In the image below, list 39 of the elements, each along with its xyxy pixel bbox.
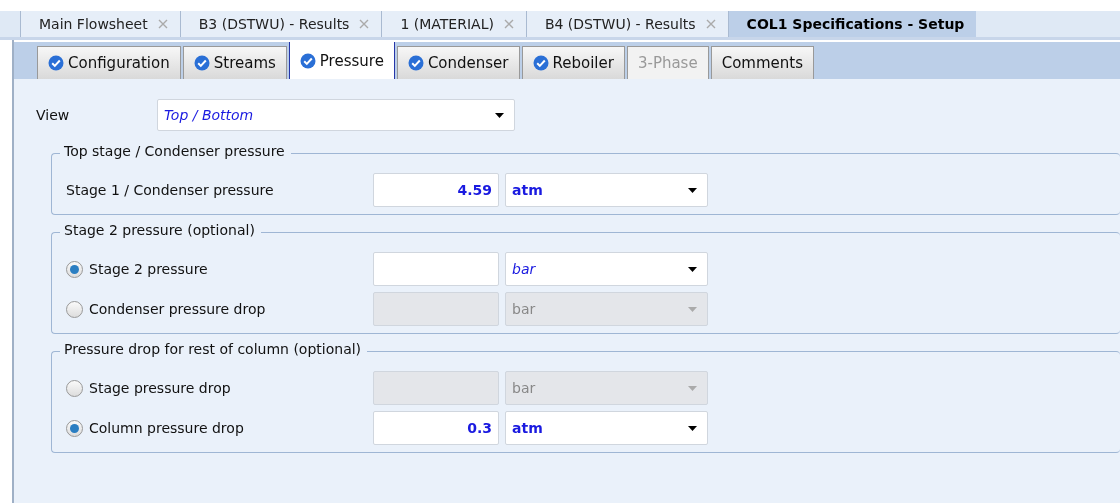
input-field[interactable]: 4.59 <box>373 173 499 207</box>
document-tab[interactable]: COL1 Specifications - Setup <box>727 11 977 37</box>
form-tab[interactable]: Streams <box>182 46 287 79</box>
document-tab[interactable]: B3 (DSTWU) - Results <box>179 11 382 37</box>
caret-icon <box>688 187 697 193</box>
form-tab[interactable]: Configuration <box>37 46 181 79</box>
field-label: View <box>36 107 71 123</box>
input-field[interactable] <box>373 252 499 286</box>
radio-button[interactable] <box>66 260 83 278</box>
unit-dropdown[interactable]: atm <box>505 173 708 207</box>
document-tab[interactable]: B4 (DSTWU) - Results <box>525 11 728 37</box>
group-title: Top stage / Condenser pressure <box>60 143 291 159</box>
form-tab[interactable]: Condenser <box>396 46 520 79</box>
group-title: Stage 2 pressure (optional) <box>60 222 261 238</box>
form-tab[interactable]: Pressure <box>288 42 395 79</box>
form-tab[interactable]: Comments <box>710 46 814 79</box>
caret-icon <box>495 112 504 118</box>
field-label: Column pressure drop <box>89 420 244 436</box>
form-tab[interactable]: Reboiler <box>521 46 625 79</box>
close-icon[interactable] <box>705 19 716 29</box>
field-label: Stage pressure drop <box>89 380 231 396</box>
close-icon[interactable] <box>503 19 514 29</box>
field-label: Condenser pressure drop <box>89 301 266 317</box>
unit-dropdown[interactable]: bar <box>505 252 708 286</box>
document-tab[interactable]: Main Flowsheet <box>20 11 180 37</box>
radio-button[interactable] <box>66 419 83 437</box>
unit-dropdown[interactable]: atm <box>505 411 708 445</box>
group-title: Pressure drop for rest of column (optional) <box>60 341 368 357</box>
input-field[interactable]: 0.3 <box>373 411 499 445</box>
caret-icon <box>688 385 697 391</box>
caret-icon <box>688 306 697 312</box>
close-icon[interactable] <box>157 19 168 29</box>
view-dropdown[interactable]: Top / Bottom <box>157 99 515 131</box>
caret-icon <box>688 266 697 272</box>
field-label: Stage 2 pressure <box>89 261 208 277</box>
document-tab[interactable]: 1 (MATERIAL) <box>381 11 526 37</box>
caret-icon <box>688 425 697 431</box>
field-label: Stage 1 / Condenser pressure <box>66 182 274 198</box>
close-icon[interactable] <box>359 19 370 29</box>
